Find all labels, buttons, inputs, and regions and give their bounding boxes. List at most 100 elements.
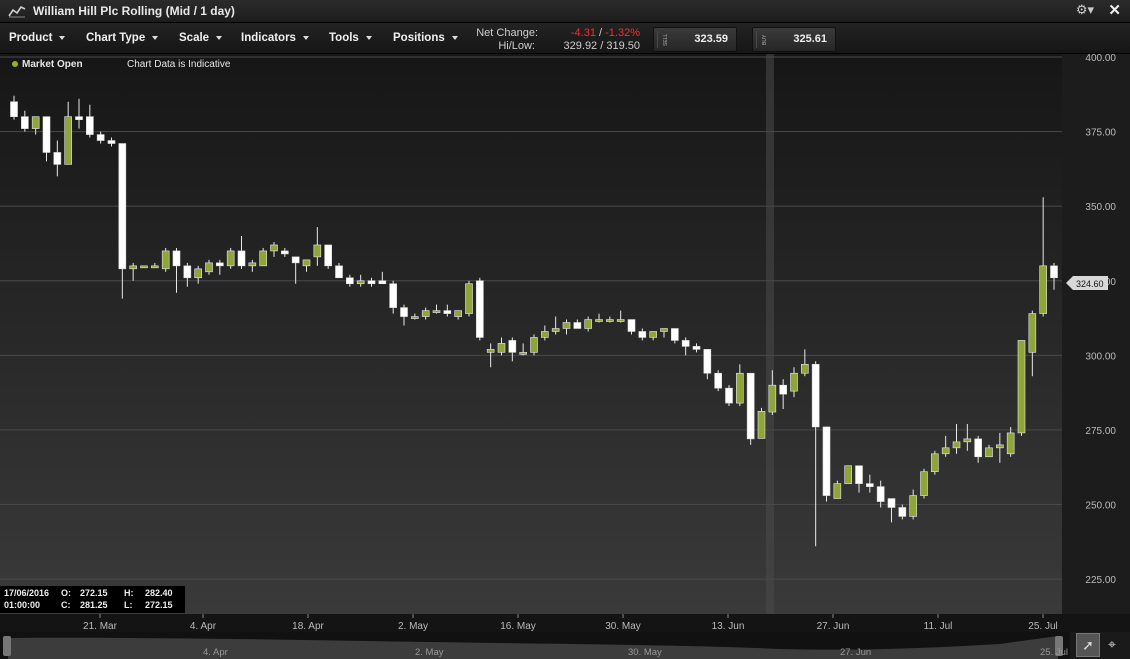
market-status-label: Market Open [22,59,83,70]
candle-body [649,331,657,338]
readout-c-label: C: [61,600,71,610]
chevron-down-icon [365,35,372,40]
candle-body [584,319,592,329]
candle-body [432,310,441,313]
readout-o-label: O: [61,588,71,598]
candle[interactable] [725,385,733,407]
menu-label: Scale [179,32,210,44]
candle-body [855,465,863,484]
x-tick-label: 2. May [398,621,428,632]
candle-body [616,319,625,322]
candle-body [259,250,267,267]
candle[interactable] [465,280,473,317]
candle[interactable] [920,468,928,499]
navigator-strip[interactable]: 4. Apr 2. May 30. May 27. Jun 25. Jul [0,632,1070,659]
candle[interactable] [259,247,267,267]
candle-body [194,268,202,279]
candle-body [996,444,1004,449]
candle-body [790,372,798,392]
gear-icon[interactable]: ⚙▾ [1076,2,1094,18]
close-icon[interactable]: ✕ [1108,1,1121,19]
candle[interactable] [324,244,332,269]
buy-button[interactable]: BUY 325.61 [752,27,836,52]
sell-button[interactable]: SELL 323.59 [653,27,737,52]
window-titlebar: William Hill Plc Rolling (Mid / 1 day) ⚙… [0,0,1130,23]
menu-chart-type[interactable]: Chart Type [86,32,159,44]
candle[interactable] [714,370,722,392]
candlestick-chart[interactable]: 225.00250.00275.00300.00325.00350.00375.… [0,54,1130,634]
x-tick-label: 18. Apr [292,621,324,632]
y-tick-label: 375.00 [1085,128,1116,139]
candle-body [118,143,127,270]
navigator-left-handle[interactable] [3,636,11,656]
crosshair-tool-icon[interactable]: ⌖ [1101,633,1123,655]
candle-body [681,340,690,347]
candle-body [974,438,982,458]
readout-time: 01:00:00 [4,600,41,610]
candle[interactable] [833,480,842,499]
readout-h-label: H: [124,588,134,598]
menu-label: Tools [329,32,359,44]
candle[interactable] [161,247,170,272]
price-marker: 324.60 [1066,276,1108,290]
candle-body [21,116,29,129]
candle-body [421,310,430,317]
net-change-separator: / [599,27,603,39]
candle[interactable] [931,450,939,475]
candle-body [714,372,722,389]
candle-body [887,498,896,508]
menu-indicators[interactable]: Indicators [241,32,309,44]
ohlc-readout: 17/06/2016 01:00:00 O: 272.15 C: 281.25 … [0,586,185,613]
candle-body [75,116,83,120]
chevron-down-icon [451,35,458,40]
menu-scale[interactable]: Scale [179,32,223,44]
candle-body [443,310,452,314]
candle-body [519,352,527,355]
candle-body [822,426,831,496]
candle-body [42,116,51,153]
candle-body [64,116,72,165]
candle[interactable] [844,465,852,484]
readout-date: 17/06/2016 [4,588,50,598]
candle-body [324,244,332,267]
candle-body [161,250,170,270]
candle-body [183,265,192,279]
candle-body [963,438,972,443]
hilow-label: Hi/Low: [498,40,535,52]
candle[interactable] [822,426,831,502]
menu-tools[interactable]: Tools [329,32,372,44]
candle-body [454,310,462,317]
candle-body [1039,265,1047,314]
candle-body [378,280,387,285]
candle-body [140,265,148,269]
y-tick-label: 300.00 [1085,351,1116,362]
candle[interactable] [757,407,766,439]
x-tick-label: 21. Mar [83,621,118,632]
candle-body [86,116,94,135]
pointer-tool-icon[interactable]: ➚ [1076,633,1100,657]
candle-body [476,280,484,338]
candle-body [216,262,224,267]
candle-body [367,280,376,285]
menu-label: Positions [393,32,445,44]
y-tick-label: 275.00 [1085,426,1116,437]
candle[interactable] [226,247,235,269]
candle[interactable] [1017,340,1026,436]
candle[interactable] [140,265,148,269]
y-tick-label: 400.00 [1085,54,1116,64]
candle-body [876,486,885,502]
navigator-label: 27. Jun [840,647,871,658]
candle[interactable] [530,334,538,356]
chart-tools: ➚ ⌖ [1074,632,1130,659]
plot-background [0,54,1062,614]
candle-body [237,250,246,267]
candle-body [573,322,582,329]
menu-product[interactable]: Product [9,32,66,44]
candle-body [844,465,852,484]
candle-body [497,343,506,353]
readout-o-value: 272.15 [80,588,108,598]
candle[interactable] [476,277,484,341]
menu-positions[interactable]: Positions [393,32,458,44]
candle-body [736,372,744,404]
candle[interactable] [746,372,755,445]
